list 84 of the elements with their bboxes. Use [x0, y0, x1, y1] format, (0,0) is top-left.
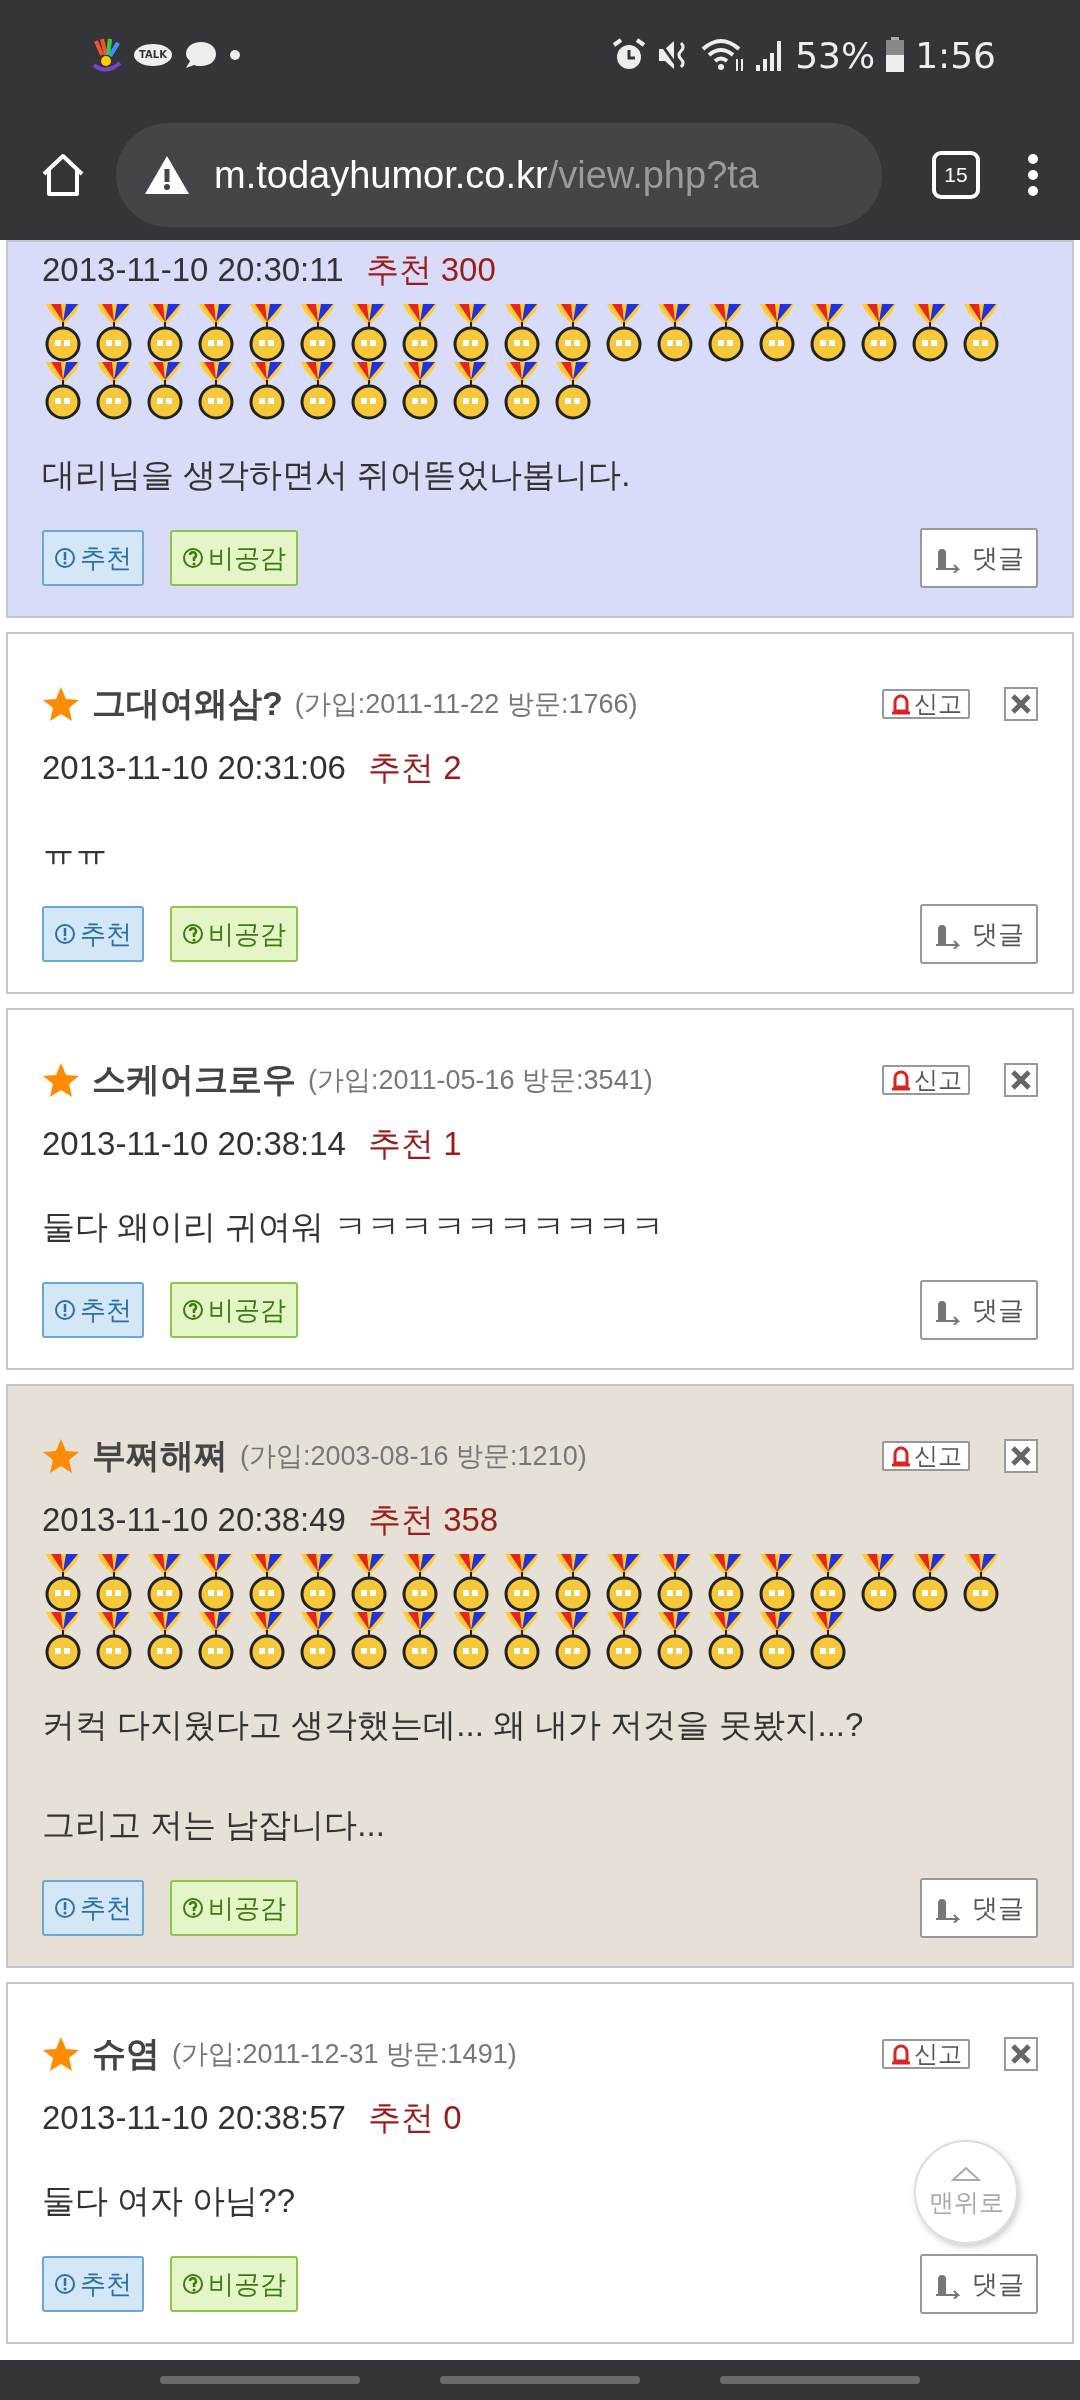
report-button[interactable]: 신고 [882, 1065, 970, 1095]
recommend-button[interactable]: 추천 [42, 530, 144, 586]
member-info: (가입:2011-12-31 방문:1491) [172, 2038, 517, 2071]
member-info: (가입:2011-11-22 방문:1766) [294, 688, 638, 721]
recommend-count: 추천 2 [368, 747, 462, 788]
disagree-button[interactable]: 비공감 [170, 906, 298, 962]
recommend-button[interactable]: 추천 [42, 906, 144, 962]
exclamation-icon [54, 1299, 76, 1321]
author-name[interactable]: 스케어크로우 [92, 1057, 296, 1103]
author-name[interactable]: 슈염 [92, 2031, 160, 2077]
chat-badge-icon: TALK [134, 44, 172, 66]
comment-text: 커컥 다지웠다고 생각했는데... 왜 내가 저것을 못봤지...? 그리고 저는 남잡니다... [42, 1705, 864, 1845]
question-icon [182, 2273, 204, 2295]
recommend-button[interactable]: 추천 [42, 2256, 144, 2312]
author-name[interactable]: 그대여왜삼? [92, 681, 283, 727]
clock-time: 1:56 [915, 34, 996, 76]
address-bar[interactable]: m.todayhumor.co.kr/view.php?ta [116, 123, 882, 227]
recommend-button[interactable]: 추천 [42, 1282, 144, 1338]
member-info: (가입:2011-05-16 방문:3541) [308, 1064, 653, 1097]
disagree-button[interactable]: 비공감 [170, 2256, 298, 2312]
question-icon [182, 1897, 204, 1919]
question-icon [182, 1299, 204, 1321]
gesture-handle[interactable] [720, 2376, 920, 2384]
comment-text: 둘다 여자 아님?? [42, 2181, 296, 2221]
comment-date: 2013-11-10 20:31:06 [42, 749, 346, 787]
comment-date: 2013-11-10 20:30:11 [42, 251, 344, 289]
reply-button[interactable]: 댓글 [920, 2254, 1038, 2314]
recommend-count: 추천 358 [368, 1499, 499, 1540]
reply-button[interactable]: 댓글 [920, 528, 1038, 588]
author-name[interactable]: 부쪄해쪄 [92, 1433, 228, 1479]
report-button[interactable]: 신고 [882, 1441, 970, 1471]
siren-icon [890, 1069, 912, 1091]
comment-date: 2013-11-10 20:38:49 [42, 1501, 346, 1539]
close-icon [1010, 1445, 1032, 1467]
wifi-icon [701, 37, 746, 73]
gesture-handle[interactable] [440, 2376, 640, 2384]
member-info: (가입:2003-08-16 방문:1210) [240, 1440, 587, 1473]
close-icon [1010, 2043, 1032, 2065]
reply-button[interactable]: 댓글 [920, 1878, 1038, 1938]
comment-text: 대리님을 생각하면서 쥐어뜯었나봅니다. [42, 455, 631, 495]
disagree-button[interactable]: 비공감 [170, 1880, 298, 1936]
battery-icon [885, 37, 906, 73]
siren-icon [890, 693, 912, 715]
question-icon [182, 547, 204, 569]
warning-icon [144, 155, 190, 195]
close-button[interactable] [1004, 1439, 1038, 1473]
star-icon [42, 686, 80, 722]
close-button[interactable] [1004, 687, 1038, 721]
report-button[interactable]: 신고 [882, 2039, 970, 2069]
siren-icon [890, 1445, 912, 1467]
home-icon[interactable] [40, 152, 86, 198]
close-button[interactable] [1004, 1063, 1038, 1097]
question-icon [182, 923, 204, 945]
star-icon [42, 1062, 80, 1098]
comment-date: 2013-11-10 20:38:57 [42, 2099, 346, 2137]
exclamation-icon [54, 923, 76, 945]
report-button[interactable]: 신고 [882, 689, 970, 719]
hand-icon [90, 37, 122, 73]
comment-text: ㅠㅠ [42, 831, 108, 871]
star-icon [42, 2036, 80, 2072]
recommend-count: 추천 300 [365, 249, 496, 290]
comment-date: 2013-11-10 20:38:14 [42, 1125, 346, 1163]
siren-icon [890, 2043, 912, 2065]
star-icon [42, 1438, 80, 1474]
exclamation-icon [54, 2273, 76, 2295]
disagree-button[interactable]: 비공감 [170, 1282, 298, 1338]
close-button[interactable] [1004, 2037, 1038, 2071]
recommend-count: 추천 1 [368, 1123, 462, 1164]
reply-button[interactable]: 댓글 [920, 1280, 1038, 1340]
dot-icon [229, 50, 240, 60]
disagree-button[interactable]: 비공감 [170, 530, 298, 586]
tab-count[interactable]: 15 [932, 151, 980, 199]
recommend-button[interactable]: 추천 [42, 1880, 144, 1936]
close-icon [1010, 693, 1032, 715]
up-triangle-icon [951, 2165, 981, 2182]
close-icon [1010, 1069, 1032, 1091]
exclamation-icon [54, 547, 76, 569]
gesture-handle[interactable] [160, 2376, 360, 2384]
chat-bubble-icon [183, 40, 218, 70]
comment-text: 둘다 왜이리 귀여워 ㅋㅋㅋㅋㅋㅋㅋㅋㅋㅋ [42, 1207, 664, 1247]
reply-button[interactable]: 댓글 [920, 904, 1038, 964]
recommend-count: 추천 0 [368, 2097, 462, 2138]
exclamation-icon [54, 1897, 76, 1919]
battery-percent: 53% [795, 34, 876, 76]
